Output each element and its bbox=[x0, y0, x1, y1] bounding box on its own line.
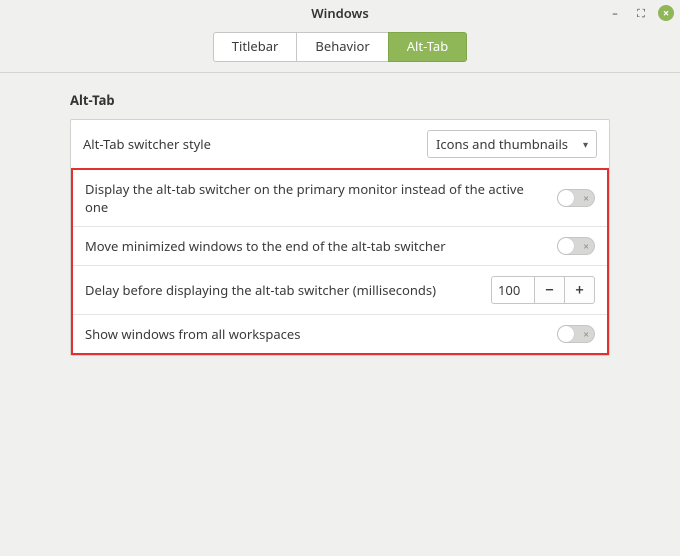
maximize-icon: ⛶ bbox=[637, 6, 645, 21]
toggle-off-icon: × bbox=[583, 241, 589, 251]
window-title: Windows bbox=[311, 4, 368, 22]
toggle-primary-monitor[interactable]: × bbox=[557, 189, 595, 207]
toggle-knob bbox=[558, 190, 574, 206]
window-root: Windows – ⛶ × Titlebar Behavior Alt-Tab … bbox=[0, 0, 680, 556]
chevron-down-icon: ▾ bbox=[583, 137, 588, 151]
delay-value[interactable]: 100 bbox=[491, 276, 535, 304]
minimize-icon: – bbox=[612, 6, 618, 21]
plus-icon: + bbox=[575, 280, 584, 300]
label-move-minimized: Move minimized windows to the end of the… bbox=[85, 237, 557, 255]
settings-panel: Alt-Tab switcher style Icons and thumbna… bbox=[70, 119, 610, 356]
combo-switcher-style[interactable]: Icons and thumbnails ▾ bbox=[427, 130, 597, 158]
row-primary-monitor: Display the alt-tab switcher on the prim… bbox=[73, 170, 607, 227]
toggle-off-icon: × bbox=[583, 193, 589, 203]
section-title: Alt-Tab bbox=[70, 91, 610, 109]
toggle-knob bbox=[558, 326, 574, 342]
minus-icon: − bbox=[545, 280, 554, 300]
label-switcher-style: Alt-Tab switcher style bbox=[83, 135, 427, 153]
highlighted-rows: Display the alt-tab switcher on the prim… bbox=[71, 168, 609, 355]
content-area: Alt-Tab Alt-Tab switcher style Icons and… bbox=[0, 73, 680, 356]
row-move-minimized: Move minimized windows to the end of the… bbox=[73, 227, 607, 266]
tab-bar: Titlebar Behavior Alt-Tab bbox=[0, 26, 680, 73]
close-button[interactable]: × bbox=[658, 5, 674, 21]
row-delay: Delay before displaying the alt-tab swit… bbox=[73, 266, 607, 315]
toggle-move-minimized[interactable]: × bbox=[557, 237, 595, 255]
minimize-button[interactable]: – bbox=[606, 4, 624, 22]
titlebar: Windows – ⛶ × bbox=[0, 0, 680, 26]
delay-decrement-button[interactable]: − bbox=[535, 276, 565, 304]
stepper-delay: 100 − + bbox=[491, 276, 595, 304]
maximize-button[interactable]: ⛶ bbox=[632, 4, 650, 22]
label-primary-monitor: Display the alt-tab switcher on the prim… bbox=[85, 180, 557, 216]
row-all-workspaces: Show windows from all workspaces × bbox=[73, 315, 607, 353]
combo-value: Icons and thumbnails bbox=[436, 135, 568, 153]
close-icon: × bbox=[663, 6, 669, 21]
tab-behavior[interactable]: Behavior bbox=[296, 32, 388, 62]
toggle-all-workspaces[interactable]: × bbox=[557, 325, 595, 343]
label-all-workspaces: Show windows from all workspaces bbox=[85, 325, 557, 343]
row-switcher-style: Alt-Tab switcher style Icons and thumbna… bbox=[71, 120, 609, 169]
delay-increment-button[interactable]: + bbox=[565, 276, 595, 304]
window-controls: – ⛶ × bbox=[606, 4, 674, 22]
tab-group: Titlebar Behavior Alt-Tab bbox=[213, 32, 467, 62]
tab-alt-tab[interactable]: Alt-Tab bbox=[388, 32, 468, 62]
toggle-off-icon: × bbox=[583, 329, 589, 339]
label-delay: Delay before displaying the alt-tab swit… bbox=[85, 281, 491, 299]
tab-titlebar[interactable]: Titlebar bbox=[213, 32, 298, 62]
toggle-knob bbox=[558, 238, 574, 254]
